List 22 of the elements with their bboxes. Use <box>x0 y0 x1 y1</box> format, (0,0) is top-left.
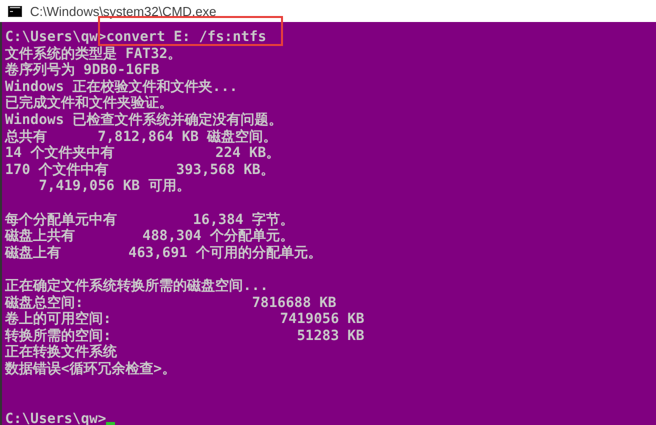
console-app-icon <box>8 6 22 16</box>
console-line: 卷序列号为 9DB0-16FB <box>5 62 160 78</box>
console-line: Windows 正在校验文件和文件夹... <box>5 78 238 95</box>
console-line: 转换所需的空间: 51283 KB <box>5 328 364 344</box>
console-line: 总共有 7,812,864 KB 磁盘空间。 <box>5 128 278 145</box>
console-line: 数据错误<循环冗余检查>。 <box>5 360 176 377</box>
text-cursor <box>106 422 116 425</box>
console-line: 磁盘上共有 488,304 个分配单元。 <box>5 228 294 244</box>
console-line: 文件系统的类型是 FAT32。 <box>5 46 182 62</box>
console-line: 7,419,056 KB 可用。 <box>38 178 190 194</box>
console-line: 卷上的可用空间: 7419056 KB <box>5 311 364 328</box>
console-line: 磁盘总空间: 7816688 KB <box>5 294 336 310</box>
console-line: 14 个文件夹中有 224 KB。 <box>5 145 280 162</box>
console-line: 正在确定文件系统转换所需的磁盘空间... <box>5 278 268 294</box>
console-line: 170 个文件中有 393,568 KB。 <box>5 162 274 178</box>
console-line: 正在转换文件系统 <box>5 344 117 360</box>
console-line: 每个分配单元中有 16,384 字节。 <box>5 212 294 228</box>
console-line: 磁盘上有 463,691 个可用的分配单元。 <box>5 244 322 261</box>
console-line: 已完成文件和文件夹验证。 <box>5 95 173 112</box>
console-line: C:\Users\qw>convert E: /fs:ntfs <box>5 29 266 45</box>
console-line: Windows 已检查文件系统并确定没有问题。 <box>5 112 282 128</box>
window-title: C:\Windows\system32\CMD.exe <box>30 4 216 18</box>
